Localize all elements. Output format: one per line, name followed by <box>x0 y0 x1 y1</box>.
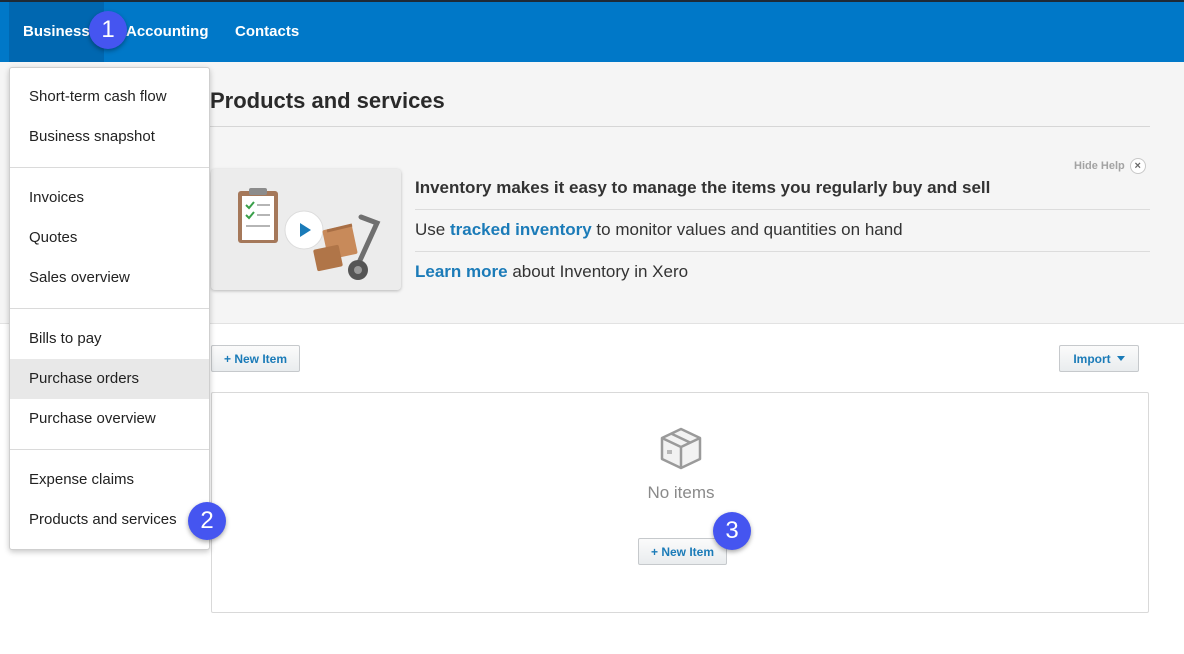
menu-item-short-term-cash-flow[interactable]: Short-term cash flow <box>10 77 209 117</box>
import-button[interactable]: Import <box>1059 345 1139 372</box>
step-callout-3: 3 <box>713 512 751 550</box>
menu-item-quotes[interactable]: Quotes <box>10 218 209 258</box>
empty-new-item-button[interactable]: + New Item <box>638 538 727 565</box>
box-icon <box>660 427 702 470</box>
help-text: to monitor values and quantities on hand <box>591 220 903 239</box>
inventory-illustration-icon <box>211 169 401 290</box>
nav-accounting[interactable]: Accounting <box>112 2 223 62</box>
inventory-video-thumbnail[interactable] <box>211 169 401 290</box>
title-divider <box>210 126 1150 127</box>
caret-down-icon <box>1116 356 1125 361</box>
page-title: Products and services <box>210 88 445 113</box>
hide-help-label: Hide Help <box>1074 160 1125 172</box>
help-line-learn-more: Learn more about Inventory in Xero <box>415 262 688 282</box>
menu-item-sales-overview[interactable]: Sales overview <box>10 258 209 298</box>
menu-item-products-and-services[interactable]: Products and services <box>10 500 209 540</box>
close-icon[interactable]: × <box>1129 158 1146 174</box>
help-text: Use <box>415 220 450 239</box>
help-line-tracked: Use tracked inventory to monitor values … <box>415 220 903 240</box>
nav-contacts[interactable]: Contacts <box>221 2 313 62</box>
menu-item-business-snapshot[interactable]: Business snapshot <box>10 117 209 157</box>
step-callout-2: 2 <box>188 502 226 540</box>
help-text: about Inventory in Xero <box>507 262 689 281</box>
learn-more-link[interactable]: Learn more <box>415 262 508 281</box>
no-items-message: No items <box>647 483 715 502</box>
menu-divider <box>10 449 209 450</box>
hide-help-button[interactable]: Hide Help × <box>1074 158 1146 174</box>
items-empty-panel: No items <box>211 392 1149 613</box>
menu-divider <box>10 308 209 309</box>
help-divider <box>415 251 1150 252</box>
menu-item-invoices[interactable]: Invoices <box>10 178 209 218</box>
help-divider <box>415 209 1150 210</box>
tracked-inventory-link[interactable]: tracked inventory <box>450 220 592 239</box>
new-item-button[interactable]: + New Item <box>211 345 300 372</box>
step-callout-1: 1 <box>89 11 127 49</box>
menu-item-purchase-overview[interactable]: Purchase overview <box>10 399 209 439</box>
help-headline: Inventory makes it easy to manage the it… <box>415 178 991 197</box>
menu-item-expense-claims[interactable]: Expense claims <box>10 460 209 500</box>
menu-item-purchase-orders[interactable]: Purchase orders <box>10 359 209 399</box>
menu-divider <box>10 167 209 168</box>
menu-item-bills-to-pay[interactable]: Bills to pay <box>10 319 209 359</box>
import-label: Import <box>1073 351 1111 366</box>
top-nav-bar: Business Accounting Contacts <box>0 0 1184 62</box>
business-dropdown-menu: Short-term cash flow Business snapshot I… <box>9 67 210 550</box>
